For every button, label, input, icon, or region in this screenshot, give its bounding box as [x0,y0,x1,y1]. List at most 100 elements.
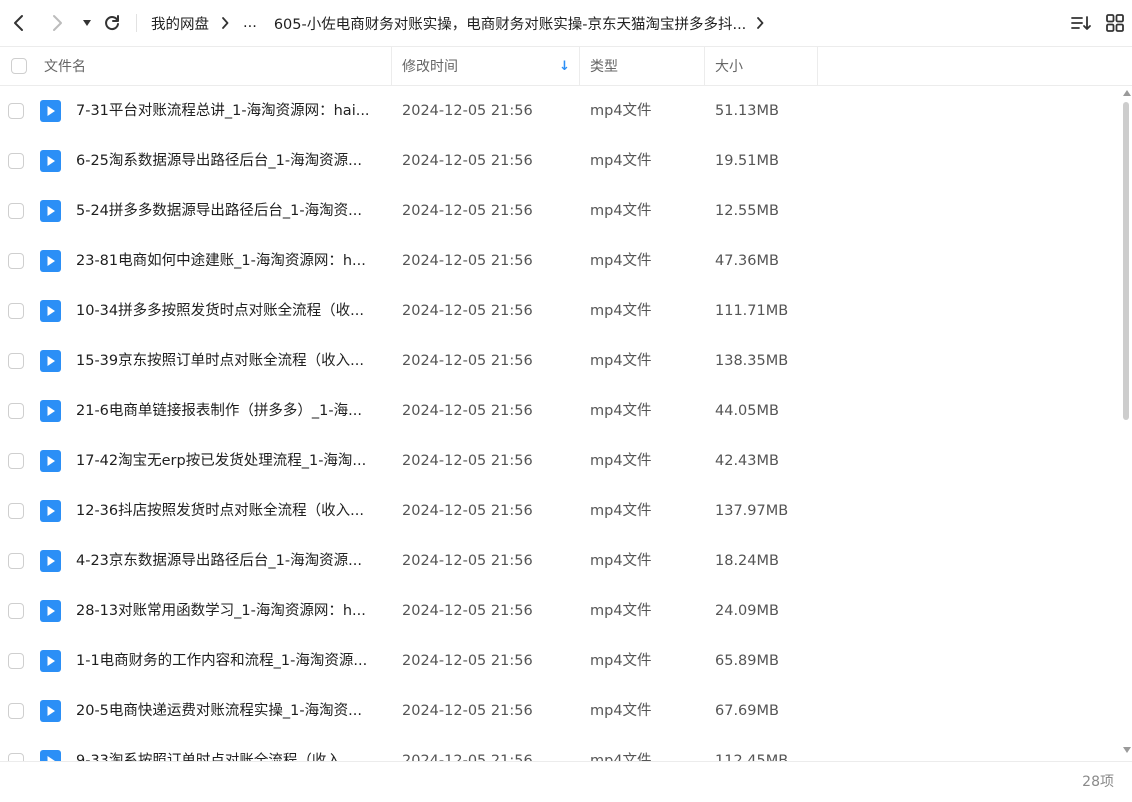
file-row[interactable]: 4-23京东数据源导出路径后台_1-海淘资源... 2024-12-05 21:5… [0,536,1120,586]
file-name[interactable]: 23-81电商如何中途建账_1-海淘资源网：h... [76,236,382,286]
file-type: mp4文件 [590,653,652,669]
sort-desc-arrow-icon: ↓ [559,58,570,74]
breadcrumb-current-folder[interactable]: 605-小佐电商财务对账实操，电商财务对账实操-京东天猫淘宝拼多多抖... [274,13,746,34]
column-name[interactable]: 文件名 [44,47,390,85]
row-checkbox[interactable] [8,103,24,119]
file-name[interactable]: 9-33淘系按照订单时点对账全流程（收入... [76,736,382,761]
file-name[interactable]: 15-39京东按照订单时点对账全流程（收入... [76,336,382,386]
row-checkbox[interactable] [8,703,24,719]
file-row[interactable]: 7-31平台对账流程总讲_1-海淘资源网：hai... 2024-12-05 21… [0,86,1120,136]
video-file-icon [40,600,61,622]
video-file-icon [40,650,61,672]
breadcrumb-ellipsis[interactable]: ... [243,15,257,31]
grid-view-button[interactable] [1102,10,1128,36]
file-row[interactable]: 1-1电商财务的工作内容和流程_1-海淘资源... 2024-12-05 21:5… [0,636,1120,686]
file-size: 12.55MB [715,203,779,219]
file-row[interactable]: 6-25淘系数据源导出路径后台_1-海淘资源... 2024-12-05 21:5… [0,136,1120,186]
file-type: mp4文件 [590,753,652,761]
file-name[interactable]: 12-36抖店按照发货时点对账全流程（收入... [76,486,382,536]
breadcrumb-root[interactable]: 我的网盘 [151,13,209,34]
file-type: mp4文件 [590,403,652,419]
file-row[interactable]: 28-13对账常用函数学习_1-海淘资源网：h... 2024-12-05 21:… [0,586,1120,636]
column-name-label: 文件名 [44,59,86,75]
row-checkbox[interactable] [8,253,24,269]
video-file-icon [40,250,61,272]
file-name[interactable]: 5-24拼多多数据源导出路径后台_1-海淘资... [76,186,382,236]
row-checkbox[interactable] [8,303,24,319]
column-divider[interactable] [704,47,705,85]
row-checkbox[interactable] [8,603,24,619]
file-name[interactable]: 4-23京东数据源导出路径后台_1-海淘资源... [76,536,382,586]
scrollbar-thumb[interactable] [1123,102,1129,420]
video-file-icon [40,400,61,422]
file-name[interactable]: 21-6电商单链接报表制作（拼多多）_1-海... [76,386,382,436]
breadcrumb: 我的网盘 ... 605-小佐电商财务对账实操，电商财务对账实操-京东天猫淘宝拼… [151,0,764,46]
file-size: 137.97MB [715,503,789,519]
file-type: mp4文件 [590,703,652,719]
back-button[interactable] [4,8,34,38]
file-name[interactable]: 6-25淘系数据源导出路径后台_1-海淘资源... [76,136,382,186]
file-name[interactable]: 7-31平台对账流程总讲_1-海淘资源网：hai... [76,86,382,136]
column-size[interactable]: 大小 [715,47,815,85]
sort-button[interactable] [1068,10,1094,36]
file-row[interactable]: 20-5电商快递运费对账流程实操_1-海淘资... 2024-12-05 21:5… [0,686,1120,736]
file-name[interactable]: 10-34拼多多按照发货时点对账全流程（收... [76,286,382,336]
row-checkbox[interactable] [8,653,24,669]
row-checkbox[interactable] [8,353,24,369]
file-type: mp4文件 [590,253,652,269]
scroll-down-arrow-icon[interactable] [1123,747,1131,753]
file-row[interactable]: 9-33淘系按照订单时点对账全流程（收入... 2024-12-05 21:56 m… [0,736,1120,761]
video-file-icon [40,500,61,522]
file-row[interactable]: 10-34拼多多按照发货时点对账全流程（收... 2024-12-05 21:56… [0,286,1120,336]
refresh-button[interactable] [97,8,127,38]
vertical-scrollbar[interactable] [1120,86,1132,761]
file-type: mp4文件 [590,203,652,219]
file-row[interactable]: 5-24拼多多数据源导出路径后台_1-海淘资... 2024-12-05 21:5… [0,186,1120,236]
file-type: mp4文件 [590,103,652,119]
row-checkbox[interactable] [8,203,24,219]
file-type: mp4文件 [590,603,652,619]
file-size: 138.35MB [715,353,789,369]
file-name[interactable]: 20-5电商快递运费对账流程实操_1-海淘资... [76,686,382,736]
video-file-icon [40,150,61,172]
file-name[interactable]: 28-13对账常用函数学习_1-海淘资源网：h... [76,586,382,636]
file-modified-time: 2024-12-05 21:56 [402,453,533,469]
file-row[interactable]: 23-81电商如何中途建账_1-海淘资源网：h... 2024-12-05 21:… [0,236,1120,286]
column-modified-time-label: 修改时间 [402,59,458,75]
item-count: 28项 [1082,774,1114,790]
file-name[interactable]: 1-1电商财务的工作内容和流程_1-海淘资源... [76,636,382,686]
file-size: 18.24MB [715,553,779,569]
file-modified-time: 2024-12-05 21:56 [402,353,533,369]
column-divider[interactable] [579,47,580,85]
row-checkbox[interactable] [8,503,24,519]
row-checkbox[interactable] [8,753,24,761]
chevron-right-icon [53,15,62,31]
column-type[interactable]: 类型 [590,47,700,85]
scroll-up-arrow-icon[interactable] [1123,90,1131,96]
file-row[interactable]: 15-39京东按照订单时点对账全流程（收入... 2024-12-05 21:56… [0,336,1120,386]
file-row[interactable]: 12-36抖店按照发货时点对账全流程（收入... 2024-12-05 21:56… [0,486,1120,536]
row-checkbox[interactable] [8,403,24,419]
chevron-left-icon [14,15,23,31]
video-file-icon [40,300,61,322]
row-checkbox[interactable] [8,553,24,569]
file-modified-time: 2024-12-05 21:56 [402,603,533,619]
video-file-icon [40,100,61,122]
file-name[interactable]: 17-42淘宝无erp按已发货处理流程_1-海淘... [76,436,382,486]
file-modified-time: 2024-12-05 21:56 [402,203,533,219]
row-checkbox[interactable] [8,453,24,469]
column-divider[interactable] [817,47,818,85]
column-divider[interactable] [391,47,392,85]
video-file-icon [40,450,61,472]
refresh-icon [105,15,119,31]
file-type: mp4文件 [590,153,652,169]
select-all-checkbox[interactable] [11,47,27,85]
forward-button[interactable] [42,8,72,38]
file-row[interactable]: 21-6电商单链接报表制作（拼多多）_1-海... 2024-12-05 21:5… [0,386,1120,436]
column-modified-time[interactable]: 修改时间 ↓ [402,47,578,85]
file-row[interactable]: 17-42淘宝无erp按已发货处理流程_1-海淘... 2024-12-05 21… [0,436,1120,486]
file-modified-time: 2024-12-05 21:56 [402,653,533,669]
breadcrumb-expand-icon[interactable] [756,17,764,29]
row-checkbox[interactable] [8,153,24,169]
grid-view-icon [1106,14,1124,32]
